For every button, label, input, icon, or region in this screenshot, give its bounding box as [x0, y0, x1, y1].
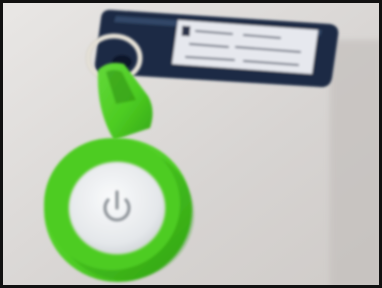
surface-shadow-right: [330, 40, 382, 288]
key-tag-label-mark: [181, 25, 191, 37]
keyfob-photo: [0, 0, 382, 288]
photo-frame: [0, 0, 382, 288]
